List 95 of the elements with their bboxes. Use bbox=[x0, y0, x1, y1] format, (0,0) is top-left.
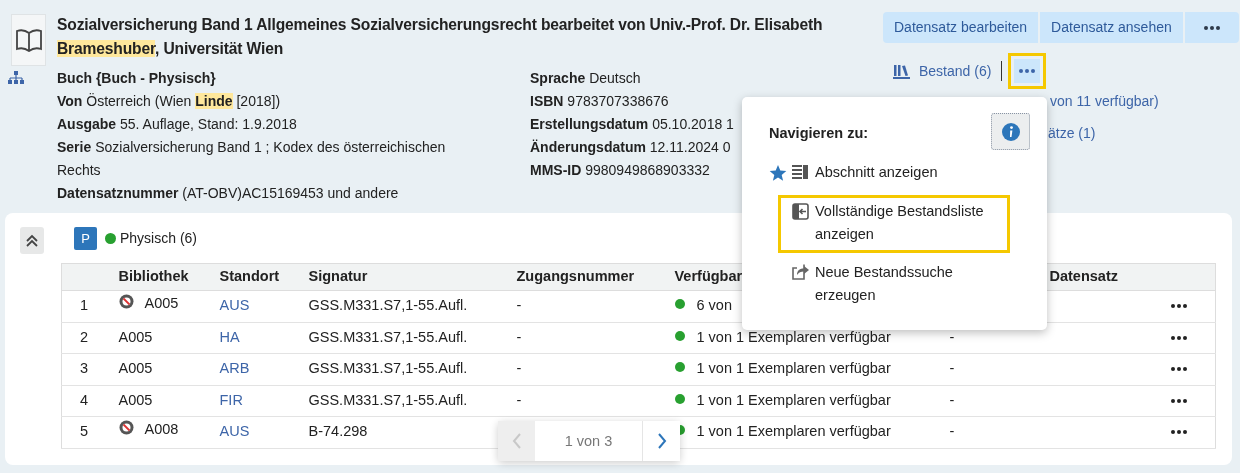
field-text: Von Österreich (Wien Linde [2018]) bbox=[57, 92, 281, 111]
field-text: ISBN 9783707338676 bbox=[530, 92, 669, 111]
more-icon bbox=[1169, 333, 1188, 342]
linked-record: - bbox=[949, 391, 955, 408]
menu-item[interactable]: Neue Bestandssuche erzeugen bbox=[792, 261, 1012, 311]
row-number: 1 bbox=[80, 297, 89, 314]
columns-icon bbox=[792, 164, 808, 180]
call-number: B-74.298 bbox=[308, 423, 368, 440]
availability-text: 1 von 1 Exemplaren verfügbar bbox=[696, 423, 891, 440]
restricted-icon bbox=[118, 294, 134, 310]
availability-text: 6 von bbox=[696, 297, 732, 314]
books-icon bbox=[893, 63, 911, 79]
call-number: GSS.M331.S7,1-55.Aufl. bbox=[308, 297, 468, 314]
availability-dot bbox=[674, 330, 685, 341]
book-icon bbox=[14, 28, 43, 52]
availability-text: 1 von 1 Exemplaren verfügbar bbox=[696, 328, 891, 345]
action-button[interactable]: Datensatz bearbeiten bbox=[883, 12, 1039, 43]
collapse-icon bbox=[25, 233, 39, 248]
field-text: Erstellungsdatum 05.10.2018 1 bbox=[530, 115, 734, 134]
accession-number: - bbox=[516, 360, 522, 377]
call-number: GSS.M331.S7,1-55.Aufl. bbox=[308, 391, 468, 408]
column-header: Zugangsnummer bbox=[516, 268, 635, 285]
call-number: GSS.M331.S7,1-55.Aufl. bbox=[308, 360, 468, 377]
availability-dot bbox=[674, 393, 685, 404]
chevron-right-icon bbox=[656, 433, 667, 449]
availability-dot bbox=[674, 362, 685, 373]
action-button[interactable]: Datensatz ansehen bbox=[1040, 12, 1183, 43]
menu-item[interactable]: Vollständige Bestandsliste anzeigen bbox=[778, 195, 1010, 253]
location-link[interactable]: AUS bbox=[219, 297, 250, 314]
row-menu-button[interactable] bbox=[1169, 396, 1188, 405]
row-menu-button[interactable] bbox=[1169, 428, 1188, 437]
accession-number: - bbox=[516, 391, 522, 408]
row-number: 3 bbox=[80, 360, 89, 377]
linked-record: - bbox=[949, 328, 955, 345]
column-header: Signatur bbox=[308, 268, 368, 285]
location-link[interactable]: FIR bbox=[219, 391, 243, 408]
field-text: Ausgabe 55. Auflage, Stand: 1.9.2018 bbox=[57, 115, 297, 134]
next-button[interactable] bbox=[643, 421, 680, 461]
more-icon bbox=[1169, 302, 1188, 311]
row-menu-button[interactable] bbox=[1169, 302, 1188, 311]
availability-text: 1 von 1 Exemplaren verfügbar bbox=[696, 391, 891, 408]
field-text: Serie Sozialversicherung Band 1 ; Kodex des österreichischen Rechts bbox=[57, 138, 447, 180]
column-header: Bibliothek bbox=[118, 268, 189, 285]
row-menu-button[interactable] bbox=[1169, 333, 1188, 342]
type-badge: P bbox=[74, 227, 97, 250]
holdings-link[interactable]: Bestand (6) bbox=[919, 60, 992, 82]
availability-dot bbox=[674, 299, 685, 310]
library-code: A005 bbox=[118, 391, 153, 408]
column-header: Verfügbar bbox=[674, 268, 743, 285]
collapse-button[interactable] bbox=[20, 227, 44, 254]
info-icon bbox=[1001, 122, 1020, 141]
column-header: Datensatz bbox=[1048, 268, 1118, 285]
location-link[interactable]: ARB bbox=[219, 360, 250, 377]
field-text: MMS-ID 9980949868903332 bbox=[530, 161, 710, 180]
library-code: A005 bbox=[144, 295, 179, 312]
restricted-icon bbox=[118, 420, 134, 436]
more-icon bbox=[1169, 396, 1188, 405]
link[interactable]: von 11 verfügbar) bbox=[1050, 93, 1159, 109]
menu-item[interactable]: Abschnitt anzeigen bbox=[792, 161, 1012, 184]
call-number: GSS.M331.S7,1-55.Aufl. bbox=[308, 328, 468, 345]
row-menu-button[interactable] bbox=[1169, 365, 1188, 374]
availability-text: 1 von 1 Exemplaren verfügbar bbox=[696, 360, 891, 377]
enter-icon bbox=[792, 203, 809, 220]
record-title: Sozialversicherung Band 1 Allgemeines Sozialversicherungsrecht bearbeitet von Univ.-Prof. Dr. Elisabeth Brameshuber, Universität Wien bbox=[57, 15, 824, 59]
more-icon bbox=[1018, 67, 1037, 75]
hierarchy-icon bbox=[8, 71, 24, 85]
more-button[interactable] bbox=[1008, 53, 1047, 89]
more-icon bbox=[1169, 365, 1188, 374]
field-text: Änderungsdatum 12.11.2024 0 bbox=[530, 138, 731, 157]
library-code: A005 bbox=[118, 328, 153, 345]
section-heading: Physisch (6) bbox=[120, 229, 198, 248]
field-text: Datensatznummer (AT-OBV)AC15169453 und andere bbox=[57, 184, 399, 203]
more-button[interactable] bbox=[1184, 12, 1239, 43]
location-link[interactable]: HA bbox=[219, 328, 240, 345]
row-number: 5 bbox=[80, 423, 89, 440]
linked-record: - bbox=[949, 360, 955, 377]
row-number: 2 bbox=[80, 328, 89, 345]
accession-number: - bbox=[516, 328, 522, 345]
accession-number: - bbox=[516, 297, 522, 314]
library-code: A005 bbox=[118, 360, 153, 377]
column-header: Standort bbox=[219, 268, 280, 285]
field-text: Buch {Buch - Physisch} bbox=[57, 69, 216, 88]
share-icon bbox=[792, 263, 810, 280]
linked-record: - bbox=[949, 423, 955, 440]
menu-heading: Navigieren zu: bbox=[769, 124, 869, 143]
chevron-left-icon bbox=[511, 433, 522, 449]
info-button[interactable] bbox=[991, 113, 1030, 150]
field-text: Sprache Deutsch bbox=[530, 69, 641, 88]
more-icon bbox=[1169, 428, 1188, 437]
more-icon bbox=[1202, 24, 1221, 33]
row-number: 4 bbox=[80, 391, 89, 408]
link[interactable]: ätze (1) bbox=[1048, 125, 1096, 141]
location-link[interactable]: AUS bbox=[219, 423, 250, 440]
status-dot bbox=[105, 233, 116, 244]
library-code: A008 bbox=[144, 421, 179, 438]
